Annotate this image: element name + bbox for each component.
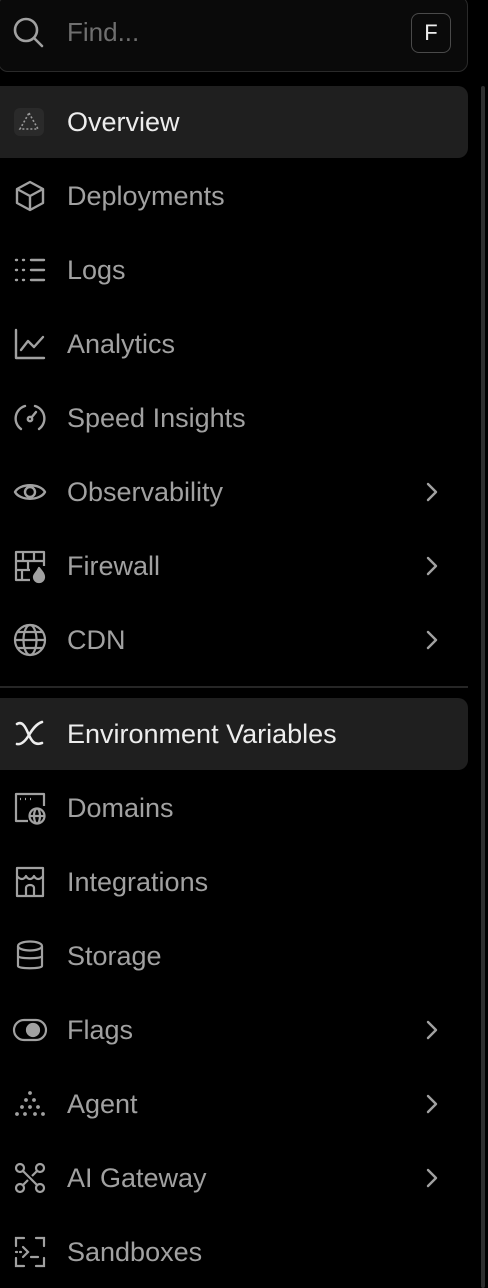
search-icon	[9, 13, 49, 53]
list-icon	[12, 252, 48, 288]
search-box[interactable]: Find... F	[0, 0, 468, 72]
nav-item-overview[interactable]: Overview	[0, 86, 468, 158]
nav-label-environment-variables: Environment Variables	[67, 719, 337, 749]
nav-label-flags: Flags	[67, 1015, 134, 1045]
nav-divider	[0, 686, 468, 688]
nav-label-firewall: Firewall	[67, 551, 161, 581]
nav-item-agent[interactable]: Agent	[0, 1068, 468, 1140]
chevron-right-icon[interactable]	[420, 478, 444, 506]
nav-item-speed-insights[interactable]: Speed Insights	[0, 382, 468, 454]
database-icon	[12, 938, 48, 974]
globe-icon	[12, 622, 48, 658]
nav-label-integrations: Integrations	[67, 867, 209, 897]
nav-item-environment-variables[interactable]: Environment Variables	[0, 698, 468, 770]
nav-label-agent: Agent	[67, 1089, 138, 1119]
nav-item-flags[interactable]: Flags	[0, 994, 468, 1066]
nav-item-deployments[interactable]: Deployments	[0, 160, 468, 232]
nav-label-deployments: Deployments	[67, 181, 225, 211]
chevron-right-icon[interactable]	[420, 1164, 444, 1192]
nav-item-cdn[interactable]: CDN	[0, 604, 468, 676]
line-chart-icon	[12, 326, 48, 362]
nav-item-domains[interactable]: Domains	[0, 772, 468, 844]
nav-item-analytics[interactable]: Analytics	[0, 308, 468, 380]
terminal-bracket-icon	[12, 1234, 48, 1270]
cube-icon	[12, 178, 48, 214]
nav-label-storage: Storage	[67, 941, 162, 971]
search-shortcut-key: F	[411, 13, 451, 53]
triangle-icon	[12, 104, 48, 140]
storefront-icon	[12, 864, 48, 900]
dots-triangle-icon	[12, 1086, 48, 1122]
browser-globe-icon	[12, 790, 48, 826]
nav-item-sandboxes[interactable]: Sandboxes	[0, 1216, 468, 1288]
search-placeholder[interactable]: Find...	[67, 16, 139, 48]
nav-item-integrations[interactable]: Integrations	[0, 846, 468, 918]
chevron-right-icon[interactable]	[420, 626, 444, 654]
chevron-right-icon[interactable]	[420, 1016, 444, 1044]
nodes-icon	[12, 1160, 48, 1196]
nav-item-observability[interactable]: Observability	[0, 456, 468, 528]
nav-label-overview: Overview	[67, 107, 180, 137]
variable-x-icon	[12, 716, 48, 752]
nav-item-storage[interactable]: Storage	[0, 920, 468, 992]
nav-label-speed-insights: Speed Insights	[67, 403, 246, 433]
nav-item-firewall[interactable]: Firewall	[0, 530, 468, 602]
nav-label-cdn: CDN	[67, 625, 126, 655]
nav-label-observability: Observability	[67, 477, 224, 507]
scrollbar[interactable]	[481, 86, 485, 1288]
nav-item-ai-gateway[interactable]: AI Gateway	[0, 1142, 468, 1214]
nav-label-logs: Logs	[67, 255, 126, 285]
eye-icon	[12, 474, 48, 510]
brick-wall-flame-icon	[12, 548, 48, 584]
nav-label-ai-gateway: AI Gateway	[67, 1163, 207, 1193]
chevron-right-icon[interactable]	[420, 1090, 444, 1118]
nav-label-sandboxes: Sandboxes	[67, 1237, 203, 1267]
nav-item-logs[interactable]: Logs	[0, 234, 468, 306]
gauge-icon	[12, 400, 48, 436]
chevron-right-icon[interactable]	[420, 552, 444, 580]
nav-label-domains: Domains	[67, 793, 174, 823]
toggle-icon	[12, 1012, 48, 1048]
nav-label-analytics: Analytics	[67, 329, 176, 359]
